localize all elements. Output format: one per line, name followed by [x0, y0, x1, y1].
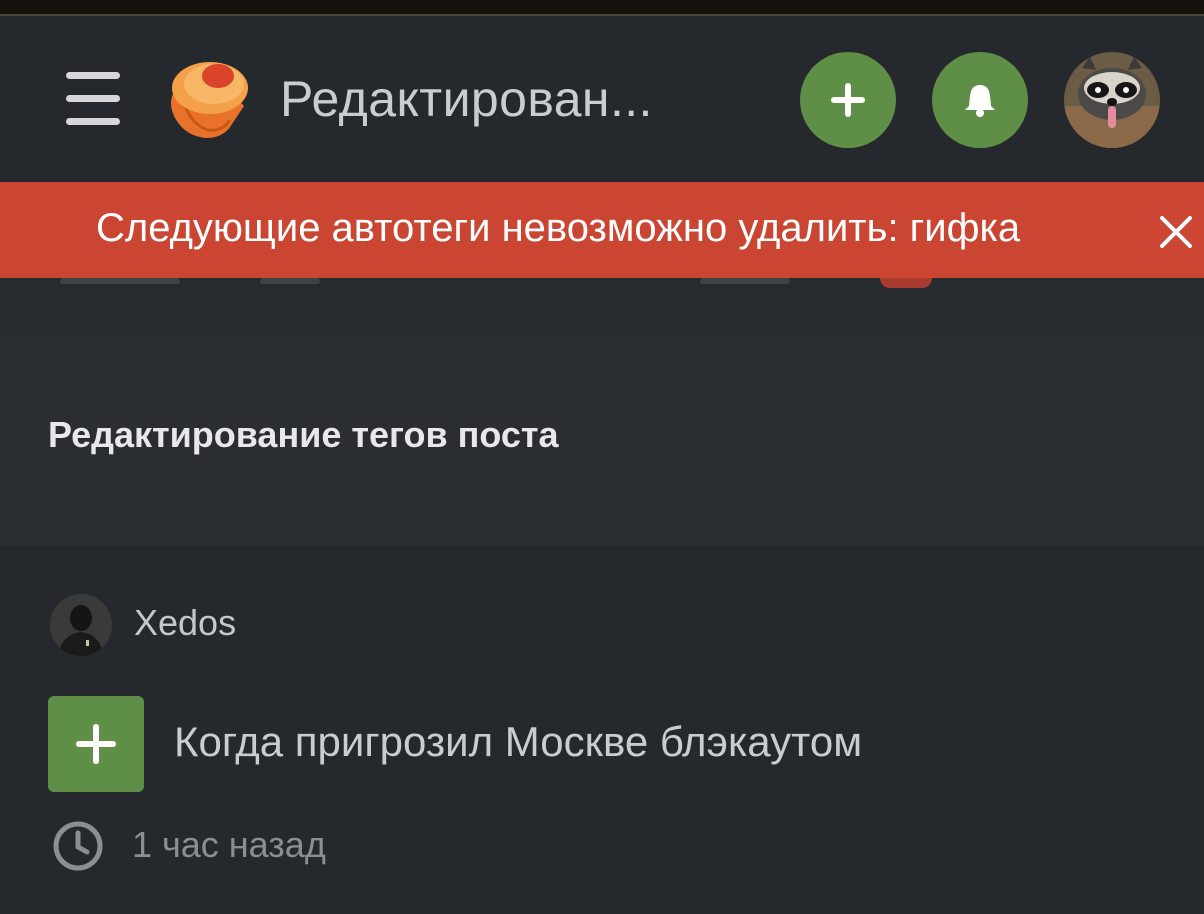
- status-strip: [0, 0, 1204, 16]
- add-post-button[interactable]: [800, 52, 896, 148]
- user-avatar[interactable]: [1064, 52, 1160, 148]
- toast-message: Следующие автотеги невозможно удалить: г…: [96, 206, 1021, 250]
- section-header: Редактирование тегов поста: [0, 336, 1204, 546]
- author-name[interactable]: Xedos: [134, 602, 236, 644]
- clock-icon: [53, 821, 103, 871]
- post-card: Xedos Когда пригрозил Москве блэкаутом 1…: [0, 546, 1204, 914]
- app-header: Редактирован...: [0, 16, 1204, 182]
- hidden-content-strip: [0, 278, 1204, 336]
- bell-icon: [965, 85, 995, 117]
- page-title: Редактирован...: [280, 71, 653, 127]
- post-title[interactable]: Когда пригрозил Москве блэкаутом: [174, 718, 862, 766]
- error-toast: Следующие автотеги невозможно удалить: г…: [0, 182, 1204, 278]
- author-avatar[interactable]: [50, 594, 112, 656]
- hamburger-icon[interactable]: [64, 72, 122, 128]
- section-title: Редактирование тегов поста: [48, 414, 559, 455]
- expand-post-button[interactable]: [48, 696, 144, 792]
- plus-icon: [76, 724, 116, 764]
- notifications-button[interactable]: [932, 52, 1028, 148]
- raccoon-avatar-image: [1064, 52, 1160, 148]
- pikabu-logo-icon[interactable]: [164, 58, 252, 138]
- author-avatar-image: [50, 594, 112, 656]
- plus-icon: [831, 83, 865, 117]
- close-icon[interactable]: [1156, 212, 1196, 252]
- post-time: 1 час назад: [132, 824, 326, 865]
